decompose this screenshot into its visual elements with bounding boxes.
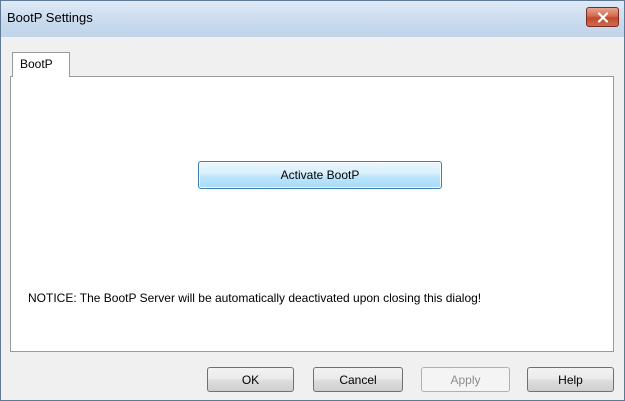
dialog-body: BootP Activate BootP NOTICE: The BootP S… xyxy=(1,37,624,400)
ok-button[interactable]: OK xyxy=(207,367,294,392)
activate-bootp-button[interactable]: Activate BootP xyxy=(198,161,442,189)
tab-panel: Activate BootP NOTICE: The BootP Server … xyxy=(10,76,614,352)
apply-button[interactable]: Apply xyxy=(421,367,510,392)
title-bar[interactable]: BootP Settings xyxy=(1,1,624,37)
cancel-button[interactable]: Cancel xyxy=(313,367,403,392)
help-button[interactable]: Help xyxy=(527,367,614,392)
tab-bootp[interactable]: BootP xyxy=(12,52,70,77)
tab-label: BootP xyxy=(20,57,53,71)
window-title: BootP Settings xyxy=(7,10,93,25)
bootp-settings-dialog: BootP Settings BootP Activate BootP NOTI… xyxy=(0,0,625,401)
close-icon xyxy=(597,11,608,23)
close-button[interactable] xyxy=(586,7,619,27)
notice-text: NOTICE: The BootP Server will be automat… xyxy=(28,291,482,305)
